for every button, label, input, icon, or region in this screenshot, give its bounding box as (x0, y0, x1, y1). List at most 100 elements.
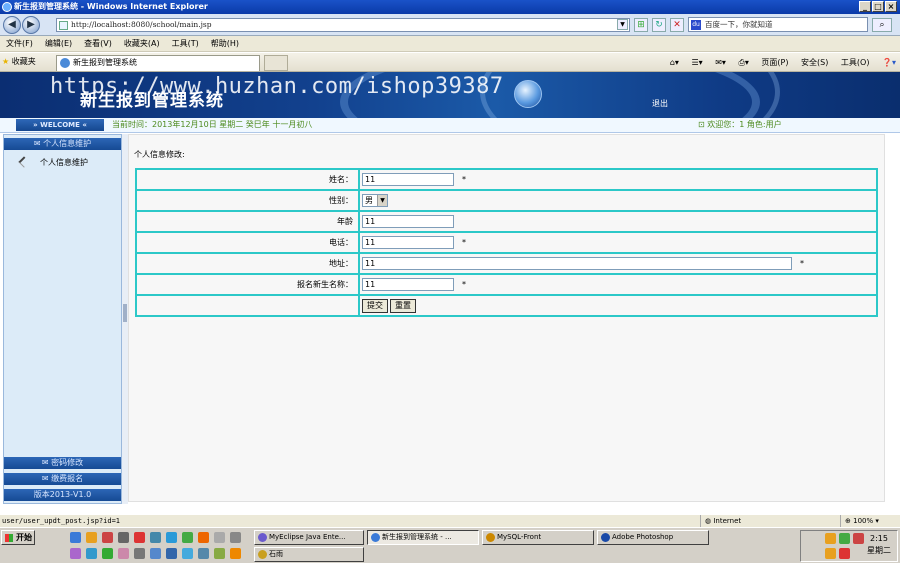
app-icon[interactable] (102, 548, 113, 559)
tools-menu[interactable]: 工具(O) (841, 58, 870, 67)
task-photoshop[interactable]: Adobe Photoshop (597, 530, 709, 545)
phone-input[interactable]: 11 (362, 236, 454, 249)
app-icon[interactable] (118, 548, 129, 559)
close-button[interactable]: × (885, 1, 897, 12)
table-row: 地址： 11 * (136, 253, 877, 274)
tray-icon[interactable] (839, 548, 850, 559)
task-myeclipse[interactable]: MyEclipse Java Ente... (254, 530, 364, 545)
page-menu[interactable]: 页面(P) (761, 58, 788, 67)
firefox-icon[interactable] (198, 532, 209, 543)
tray-icon[interactable] (825, 548, 836, 559)
sidebar-item-profile[interactable]: 个人信息维护 (18, 156, 88, 168)
name-input[interactable]: 11 (362, 173, 454, 186)
sidebar-item-payment[interactable]: ✉ 缴费报名 (4, 473, 121, 485)
back-icon[interactable]: ◀ (3, 16, 21, 34)
app-icon[interactable] (230, 532, 241, 543)
app-icon[interactable] (166, 548, 177, 559)
print-icon[interactable]: ⎙▾ (738, 58, 748, 67)
stop-icon[interactable]: ✕ (670, 18, 684, 32)
info-bar: » WELCOME « 当前时间：2013年12月10日 星期二 癸巳年 十一月… (0, 118, 900, 133)
menu-tools[interactable]: 工具(T) (166, 36, 205, 52)
menu-file[interactable]: 文件(F) (0, 36, 39, 52)
home-icon[interactable]: ⌂▾ (670, 58, 679, 67)
app-icon[interactable] (150, 532, 161, 543)
menu-view[interactable]: 查看(V) (78, 36, 118, 52)
clock-day: 星期二 (867, 546, 891, 555)
ie-logo-icon (2, 2, 12, 12)
search-icon[interactable]: ⌕ (872, 18, 892, 32)
task-shiyu[interactable]: 石雨 (254, 547, 364, 562)
new-tab-button[interactable] (264, 55, 288, 71)
address-cell: 11 * (359, 253, 877, 274)
favorites-button[interactable]: ★ 收藏夹 (2, 56, 36, 67)
app-icon[interactable] (214, 532, 225, 543)
app-icon[interactable] (86, 548, 97, 559)
table-row: 年龄 11 (136, 211, 877, 232)
app-icon[interactable] (150, 548, 161, 559)
age-input[interactable]: 11 (362, 215, 454, 228)
menu-edit[interactable]: 编辑(E) (39, 36, 78, 52)
name-cell: 11 * (359, 169, 877, 190)
task-ie[interactable]: 新生报到管理系统 - ... (367, 530, 479, 545)
app-icon[interactable] (166, 532, 177, 543)
qq-tray-icon[interactable] (825, 533, 836, 544)
url-dropdown-icon[interactable]: ▼ (617, 19, 628, 30)
maximize-button[interactable]: □ (872, 1, 884, 12)
sidebar-header[interactable]: ✉ 个人信息维护 (4, 138, 121, 150)
table-row: 姓名： 11 * (136, 169, 877, 190)
qq-icon[interactable] (86, 532, 97, 543)
menu-favorites[interactable]: 收藏夹(A) (118, 36, 166, 52)
address-label: 地址： (136, 253, 359, 274)
app-icon[interactable] (134, 532, 145, 543)
refresh-icon[interactable]: ↻ (652, 18, 666, 32)
submit-button[interactable]: 提交 (362, 298, 388, 313)
zoom-control[interactable]: ⊕ 100% ▾ (840, 515, 879, 527)
app-icon[interactable] (182, 548, 193, 559)
reset-button[interactable]: 重置 (390, 298, 416, 313)
gender-select[interactable]: 男 ▼ (362, 194, 388, 207)
menu-help[interactable]: 帮助(H) (205, 36, 245, 52)
search-input[interactable]: du 百度一下，你就知道 (688, 17, 868, 32)
photoshop-icon (601, 533, 610, 542)
app-icon[interactable] (230, 548, 241, 559)
empty-cell (136, 295, 359, 316)
tray-icon[interactable] (853, 533, 864, 544)
zoom-icon: ⊕ (845, 517, 851, 525)
app-icon[interactable] (118, 532, 129, 543)
safety-menu[interactable]: 安全(S) (801, 58, 828, 67)
app-icon[interactable] (214, 548, 225, 559)
forward-icon[interactable]: ▶ (22, 16, 40, 34)
age-cell: 11 (359, 211, 877, 232)
table-row: 性别： 男 ▼ (136, 190, 877, 211)
feeds-icon[interactable]: ☰▾ (691, 58, 702, 67)
url-input[interactable]: http://localhost:8080/school/main.jsp (56, 18, 630, 32)
tray-icon[interactable] (839, 533, 850, 544)
mail-icon[interactable]: ✉▾ (715, 58, 726, 67)
app-icon[interactable] (198, 548, 209, 559)
minimize-button[interactable]: _ (859, 1, 871, 12)
help-icon[interactable]: ❓▾ (882, 58, 896, 67)
compat-icon[interactable]: ⊞ (634, 18, 648, 32)
ie-quicklaunch-icon[interactable] (70, 532, 81, 543)
address-input[interactable]: 11 (362, 257, 792, 270)
clock-time: 2:15 (870, 534, 888, 543)
app-icon[interactable] (182, 532, 193, 543)
status-text: user/user_updt_post.jsp?id=1 (2, 517, 121, 525)
menu-bar: 文件(F) 编辑(E) 查看(V) 收藏夹(A) 工具(T) 帮助(H) (0, 36, 900, 52)
enroll-name-input[interactable]: 11 (362, 278, 454, 291)
page-title: 个人信息修改: (134, 150, 185, 159)
app-icon[interactable] (102, 532, 113, 543)
splitter-grip[interactable] (123, 304, 127, 322)
clock[interactable]: 2:15 星期二 (867, 533, 891, 557)
favorites-bar: ★ 收藏夹 新生报到管理系统 ⌂▾ ☰▾ ✉▾ ⎙▾ 页面(P) 安全(S) 工… (0, 53, 900, 72)
app-icon[interactable] (134, 548, 145, 559)
sidebar-version: 版本2013-V1.0 (4, 489, 121, 501)
required-mark: * (462, 175, 466, 184)
task-mysql[interactable]: MySQL-Front (482, 530, 594, 545)
chevron-down-icon[interactable]: ▼ (377, 195, 387, 206)
logout-link[interactable]: 退出 (652, 98, 668, 109)
sidebar-item-password[interactable]: ✉ 密码修改 (4, 457, 121, 469)
app-icon[interactable] (70, 548, 81, 559)
browser-tab[interactable]: 新生报到管理系统 (56, 55, 260, 71)
start-button[interactable]: 开始 (1, 530, 35, 545)
